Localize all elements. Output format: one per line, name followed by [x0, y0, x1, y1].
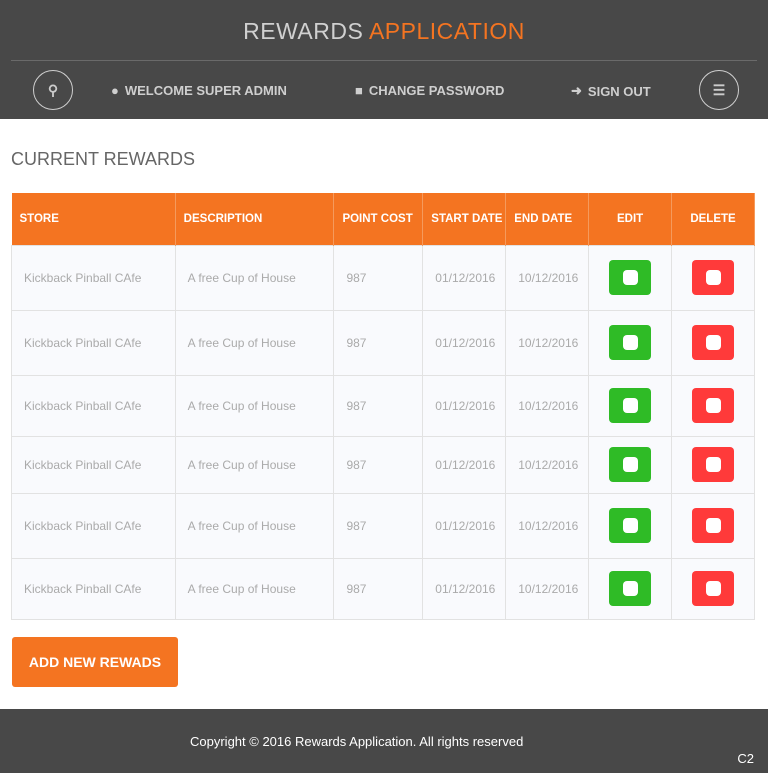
cell-description: A free Cup of House	[174, 557, 335, 620]
cell-start: 01/12/2016	[422, 244, 507, 311]
page-title: CURRENT REWARDS	[11, 149, 196, 169]
menu-button[interactable]: ☰	[699, 70, 739, 110]
divider	[11, 60, 757, 61]
edit-button[interactable]	[609, 508, 652, 543]
sign-out-icon: ➜	[571, 83, 582, 98]
cell-cost: 987	[333, 557, 424, 620]
cell-cost: 987	[333, 435, 424, 494]
col-description: DESCRIPTION	[175, 193, 335, 245]
search-button[interactable]: ⚲	[33, 70, 73, 110]
cell-start: 01/12/2016	[422, 309, 507, 376]
cell-start: 01/12/2016	[422, 492, 507, 559]
cell-edit	[588, 435, 673, 494]
cell-store: Kickback Pinball CAfe	[11, 492, 176, 559]
cell-cost: 987	[333, 374, 424, 437]
delete-icon	[705, 581, 721, 596]
delete-button[interactable]	[692, 571, 735, 606]
cell-end: 10/12/2016	[505, 557, 590, 620]
cell-end: 10/12/2016	[505, 309, 590, 376]
table-row: Kickback Pinball CAfe A free Cup of House…	[11, 244, 755, 311]
cell-store: Kickback Pinball CAfe	[11, 374, 176, 437]
cell-end: 10/12/2016	[505, 244, 590, 311]
cell-start: 01/12/2016	[422, 374, 507, 437]
cell-edit	[588, 244, 673, 311]
copyright: Copyright © 2016 Rewards Application. Al…	[190, 734, 524, 749]
delete-button[interactable]	[692, 447, 735, 482]
cell-store: Kickback Pinball CAfe	[11, 435, 176, 494]
cell-description: A free Cup of House	[174, 492, 335, 559]
delete-button[interactable]	[692, 260, 735, 295]
cell-store: Kickback Pinball CAfe	[11, 309, 176, 376]
edit-icon	[622, 457, 638, 472]
user-icon: ●	[111, 83, 119, 98]
edit-button[interactable]	[609, 388, 652, 423]
edit-button[interactable]	[609, 571, 652, 606]
search-icon: ⚲	[47, 81, 59, 98]
cell-store: Kickback Pinball CAfe	[11, 557, 176, 620]
cell-description: A free Cup of House	[174, 435, 335, 494]
col-store: STORE	[11, 193, 176, 245]
cell-store: Kickback Pinball CAfe	[11, 244, 176, 311]
header: REWARDS APPLICATION ⚲ ● WELCOME SUPER ADM…	[0, 0, 768, 119]
edit-icon	[622, 270, 638, 285]
cell-end: 10/12/2016	[505, 435, 590, 494]
edit-button[interactable]	[609, 325, 652, 360]
table-row: Kickback Pinball CAfe A free Cup of House…	[11, 492, 755, 559]
hamburger-icon: ☰	[712, 81, 726, 98]
cell-end: 10/12/2016	[505, 374, 590, 437]
table-row: Kickback Pinball CAfe A free Cup of House…	[11, 557, 755, 620]
delete-icon	[705, 398, 721, 413]
cell-edit	[588, 309, 673, 376]
cell-delete	[671, 309, 755, 376]
delete-icon	[705, 518, 721, 533]
delete-button[interactable]	[692, 508, 735, 543]
cell-edit	[588, 557, 673, 620]
cell-delete	[671, 374, 755, 437]
cell-edit	[588, 374, 673, 437]
sign-out-link[interactable]: ➜ SIGN OUT	[571, 83, 651, 99]
col-point-cost: POINT COST	[333, 193, 424, 245]
delete-icon	[705, 457, 721, 472]
cell-description: A free Cup of House	[174, 244, 335, 311]
cell-cost: 987	[333, 309, 424, 376]
cell-delete	[671, 492, 755, 559]
footer: Copyright © 2016 Rewards Application. Al…	[0, 709, 768, 773]
cell-end: 10/12/2016	[505, 492, 590, 559]
table-row: Kickback Pinball CAfe A free Cup of House…	[11, 374, 755, 437]
edit-icon	[622, 581, 638, 596]
add-new-rewards-button[interactable]: ADD NEW REWADS	[12, 637, 178, 687]
col-delete: DELETE	[671, 193, 755, 245]
delete-icon	[705, 335, 721, 350]
edit-icon	[622, 398, 638, 413]
table-row: Kickback Pinball CAfe A free Cup of House…	[11, 309, 755, 376]
cell-cost: 987	[333, 492, 424, 559]
edit-icon	[622, 518, 638, 533]
delete-button[interactable]	[692, 325, 735, 360]
table-row: Kickback Pinball CAfe A free Cup of House…	[11, 435, 755, 494]
col-edit: EDIT	[588, 193, 673, 245]
cell-delete	[671, 435, 755, 494]
app-title: REWARDS APPLICATION	[243, 18, 525, 44]
welcome-link[interactable]: ● WELCOME SUPER ADMIN	[111, 83, 287, 98]
col-start-date: START DATE	[422, 193, 507, 245]
cell-start: 01/12/2016	[422, 435, 507, 494]
cell-delete	[671, 557, 755, 620]
cell-cost: 987	[333, 244, 424, 311]
col-end-date: END DATE	[505, 193, 590, 245]
cell-description: A free Cup of House	[174, 374, 335, 437]
rewards-table: STORE DESCRIPTION POINT COST START DATE …	[11, 193, 755, 620]
edit-button[interactable]	[609, 447, 652, 482]
delete-icon	[705, 270, 721, 285]
lock-icon: ■	[355, 83, 363, 98]
cell-edit	[588, 492, 673, 559]
delete-button[interactable]	[692, 388, 735, 423]
cell-description: A free Cup of House	[174, 309, 335, 376]
footer-code: C2	[737, 751, 754, 766]
change-password-link[interactable]: ■ CHANGE PASSWORD	[355, 83, 504, 98]
edit-button[interactable]	[609, 260, 652, 295]
edit-icon	[622, 335, 638, 350]
cell-start: 01/12/2016	[422, 557, 507, 620]
cell-delete	[671, 244, 755, 311]
